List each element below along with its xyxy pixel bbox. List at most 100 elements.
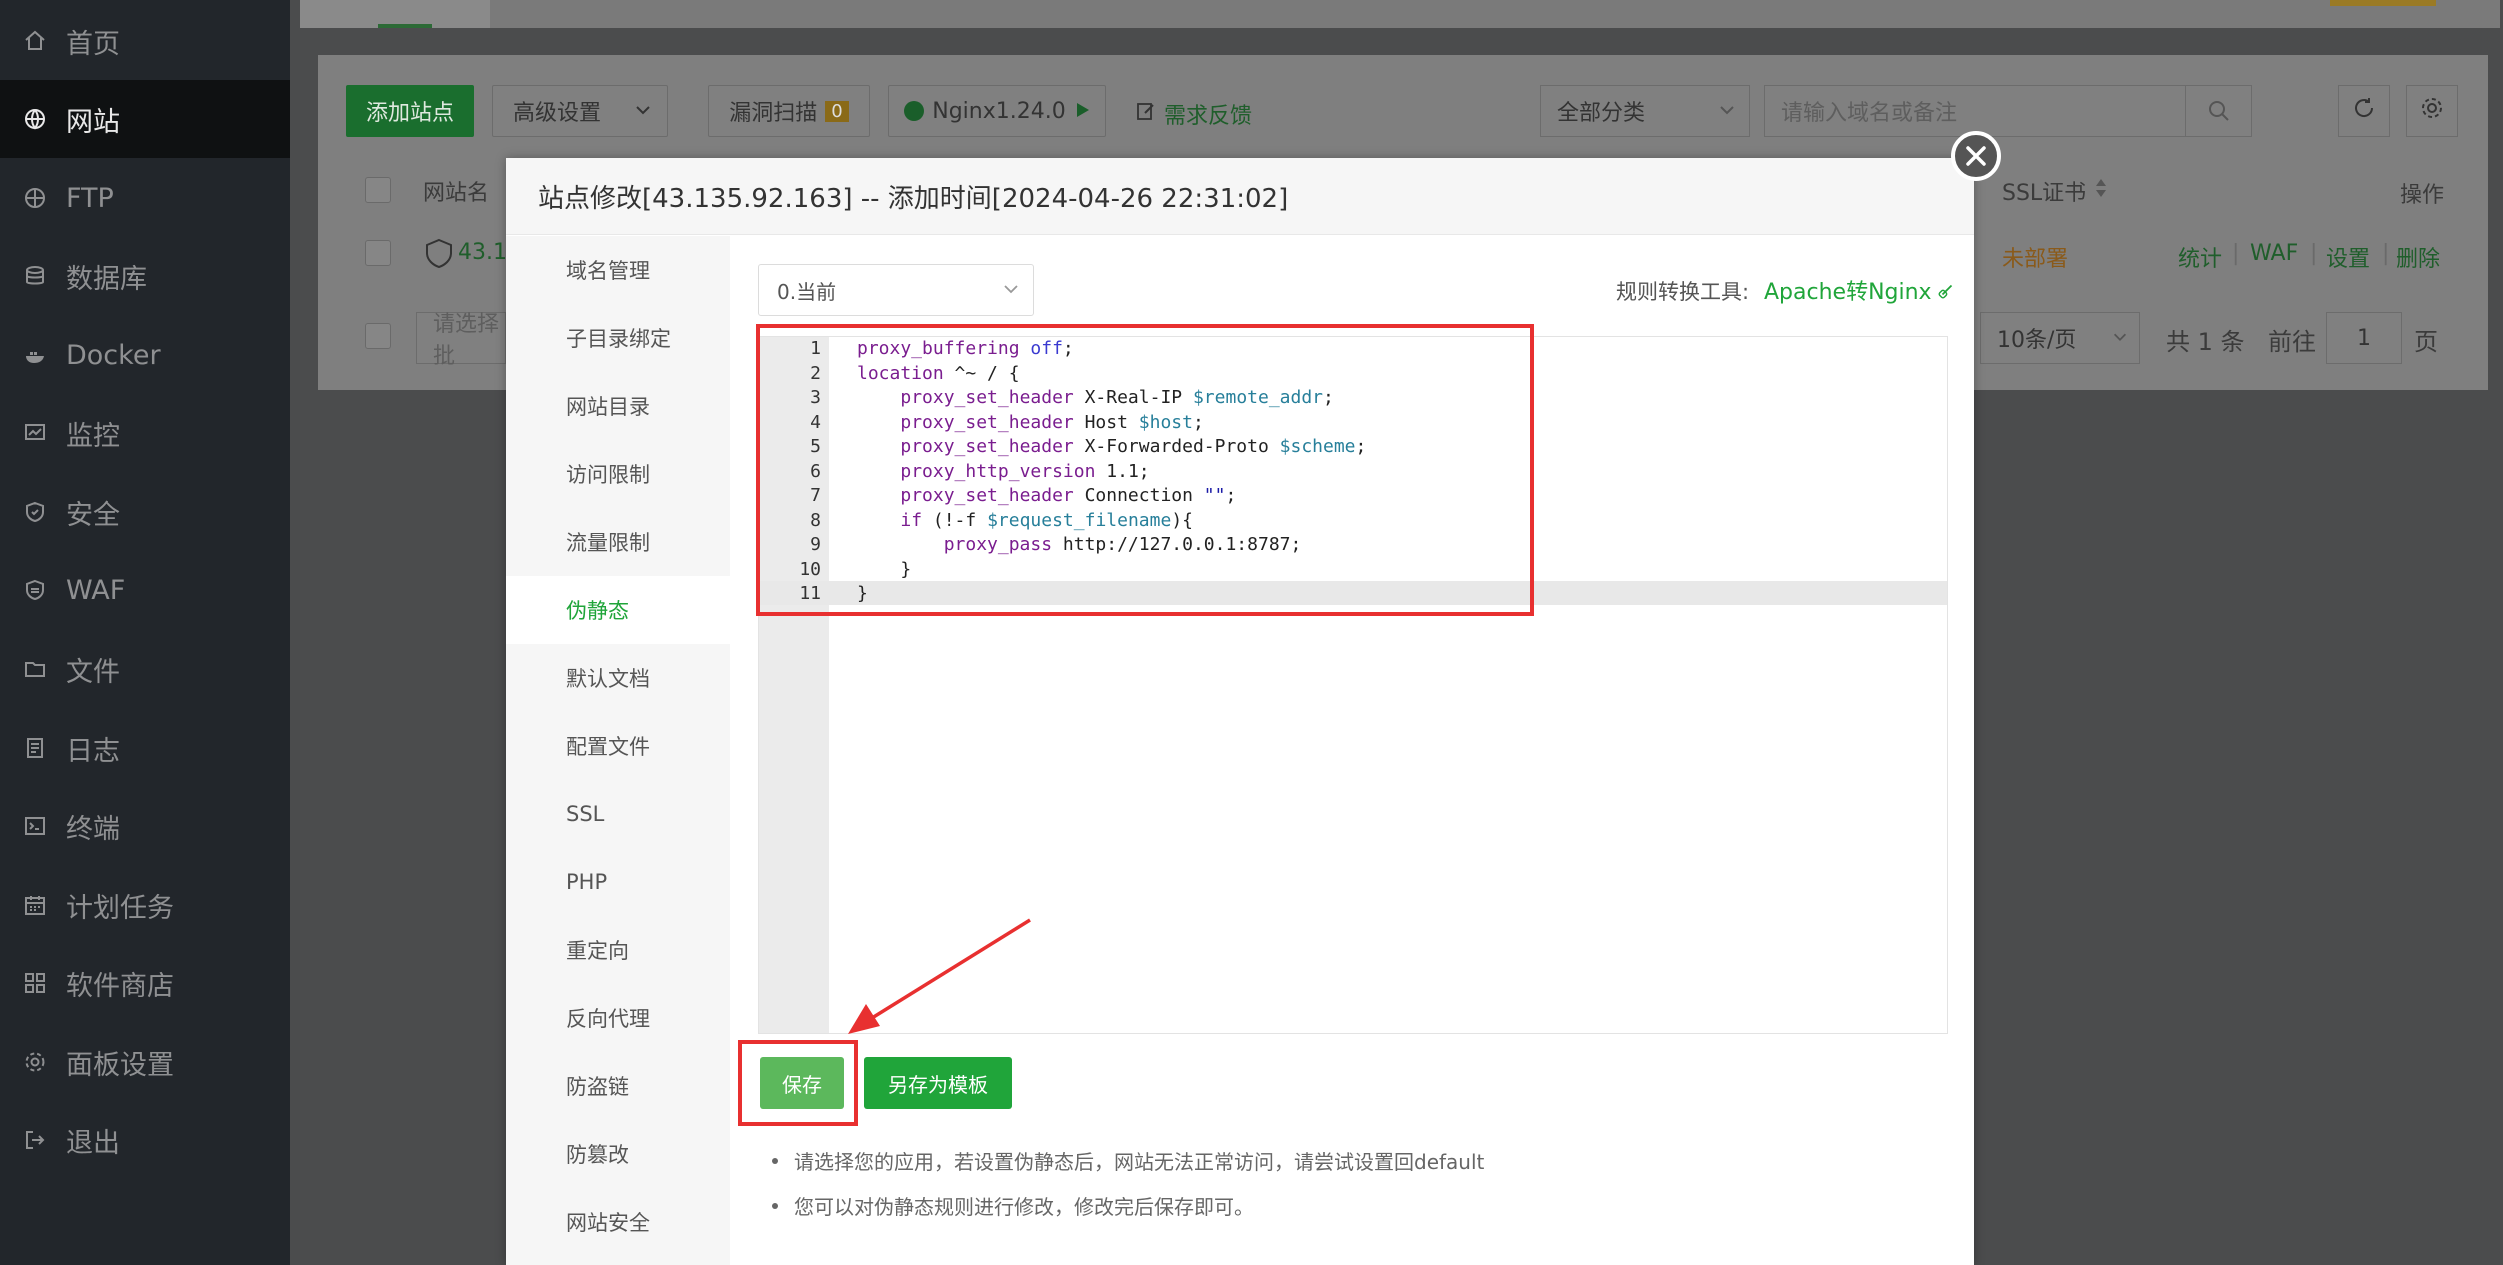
waf-shield-icon: [424, 238, 454, 273]
folder-icon: [22, 656, 48, 682]
top-tab-indicator: [378, 24, 432, 28]
op-divider: |: [2382, 241, 2390, 266]
sidebar-item-terminal[interactable]: 终端: [0, 787, 290, 865]
ssl-status: 未部署: [2002, 247, 2069, 272]
feedback-label: 需求反馈: [1164, 104, 1253, 129]
sidebar-item-label: 日志: [66, 735, 120, 767]
terminal-icon: [22, 813, 48, 839]
op-waf-link[interactable]: WAF: [2250, 241, 2298, 266]
add-site-button[interactable]: 添加站点: [346, 85, 474, 137]
nginx-label: Nginx1.24.0: [932, 98, 1066, 124]
sidebar-item-label: 首页: [66, 28, 120, 60]
advanced-settings-button[interactable]: 高级设置: [492, 85, 668, 137]
top-orange-bar: [2330, 0, 2436, 6]
modal-menu-item[interactable]: 配置文件: [506, 712, 730, 780]
modal-menu-item[interactable]: 流量限制: [506, 508, 730, 576]
code-highlight-box: [756, 324, 1534, 616]
sidebar-item-gear[interactable]: 面板设置: [0, 1023, 290, 1101]
edit-icon: [1136, 101, 1156, 127]
modal-menu: 域名管理 子目录绑定 网站目录 访问限制 流量限制 伪静态 默认文档 配置文件 SSL PHP 重定…: [506, 236, 730, 1265]
sidebar-item-label: 终端: [66, 813, 120, 845]
sidebar-item-log[interactable]: 日志: [0, 709, 290, 787]
sidebar-item-label: 安全: [66, 499, 120, 531]
op-divider: |: [2310, 241, 2318, 266]
monitor-icon: [22, 420, 48, 446]
apache-to-nginx-link[interactable]: Apache转Nginx: [1764, 274, 1956, 306]
page-size-select[interactable]: 10条/页: [1980, 312, 2140, 364]
page-input[interactable]: 1: [2326, 312, 2402, 364]
rewrite-version-select[interactable]: 0.当前: [758, 264, 1034, 316]
modal-menu-item[interactable]: 网站安全: [506, 1188, 730, 1256]
gear-icon: [2420, 96, 2444, 126]
page-size-label: 10条/页: [1997, 328, 2077, 353]
chevron-down-icon: [633, 100, 653, 126]
sidebar-item-shield[interactable]: 安全: [0, 473, 290, 551]
select-all-checkbox[interactable]: [365, 177, 391, 203]
modal-menu-item[interactable]: 防篡改: [506, 1120, 730, 1188]
batch-checkbox[interactable]: [365, 323, 391, 349]
row-checkbox[interactable]: [365, 240, 391, 266]
modal-menu-item[interactable]: 防盗链: [506, 1052, 730, 1120]
modal-menu-item[interactable]: 默认文档: [506, 644, 730, 712]
database-icon: [22, 263, 48, 289]
calendar-icon: [22, 892, 48, 918]
modal-menu-item[interactable]: 域名管理: [506, 236, 730, 304]
modal-menu-item[interactable]: 访问限制: [506, 440, 730, 508]
modal-menu-item[interactable]: PHP: [506, 848, 730, 916]
modal-menu-item[interactable]: 子目录绑定: [506, 304, 730, 372]
col-ops: 操作: [2400, 183, 2445, 208]
col-ssl-label: SSL证书: [2002, 181, 2087, 206]
sort-icon[interactable]: [2094, 176, 2108, 206]
sidebar-item-docker[interactable]: Docker: [0, 316, 290, 394]
modal-menu-item[interactable]: 反向代理: [506, 984, 730, 1052]
site-search-input[interactable]: 请输入域名或备注: [1764, 85, 2252, 137]
refresh-button[interactable]: [2338, 85, 2390, 137]
play-icon: [1076, 99, 1090, 124]
sidebar-item-grid[interactable]: 软件商店: [0, 944, 290, 1022]
feedback-link[interactable]: 需求反馈: [1136, 98, 1252, 130]
site-search-placeholder: 请输入域名或备注: [1781, 101, 1958, 126]
sidebar-item-globe[interactable]: 网站: [0, 80, 290, 158]
op-delete-link[interactable]: 删除: [2396, 241, 2440, 273]
rewrite-version-label: 0.当前: [777, 279, 837, 304]
sidebar-item-home[interactable]: 首页: [0, 2, 290, 80]
save-as-template-button[interactable]: 另存为模板: [864, 1057, 1012, 1109]
sidebar-item-label: Docker: [66, 339, 161, 371]
close-icon: [1966, 146, 1986, 166]
sidebar-item-logout[interactable]: 退出: [0, 1101, 290, 1179]
op-stats-link[interactable]: 统计: [2178, 241, 2222, 273]
shield-icon: [22, 499, 48, 525]
category-select[interactable]: 全部分类: [1540, 85, 1750, 137]
sidebar-item-label: 数据库: [66, 263, 147, 295]
sidebar-item-label: 退出: [66, 1127, 120, 1159]
vuln-scan-count: 0: [825, 100, 849, 122]
vuln-scan-button[interactable]: 漏洞扫描 0: [708, 85, 870, 137]
modal-menu-item[interactable]: 重定向: [506, 916, 730, 984]
sidebar-item-database[interactable]: 数据库: [0, 237, 290, 315]
batch-select[interactable]: 请选择批: [416, 312, 506, 369]
close-modal-button[interactable]: [1951, 131, 2001, 181]
sidebar-item-ftp[interactable]: FTP: [0, 159, 290, 237]
op-settings-link[interactable]: 设置: [2326, 241, 2370, 273]
nginx-button[interactable]: Nginx1.24.0: [888, 85, 1106, 137]
modal-menu-item[interactable]: SSL: [506, 780, 730, 848]
settings-button[interactable]: [2406, 85, 2458, 137]
sidebar-item-monitor[interactable]: 监控: [0, 394, 290, 472]
modal-menu-item[interactable]: 网站目录: [506, 372, 730, 440]
sidebar-item-label: 软件商店: [66, 970, 174, 1002]
sidebar: 首页网站 FTP 数据库 Docker 监控安全 WAF 文件日志终端计划任务软件商店面板设…: [0, 0, 290, 1265]
sidebar-item-waf[interactable]: WAF: [0, 551, 290, 629]
search-icon[interactable]: [2185, 86, 2251, 136]
rule-convert-label: 规则转换工具:: [1616, 280, 1750, 304]
gear-icon: [22, 1049, 48, 1075]
modal-menu-item[interactable]: 伪静态: [506, 576, 730, 644]
sidebar-item-folder[interactable]: 文件: [0, 630, 290, 708]
ftp-icon: [22, 185, 48, 211]
batch-select-placeholder: 请选择批: [433, 312, 500, 369]
sidebar-item-calendar[interactable]: 计划任务: [0, 866, 290, 944]
log-icon: [22, 735, 48, 761]
category-label: 全部分类: [1557, 101, 1646, 126]
link-icon: [1938, 284, 1952, 299]
total-count: 共 1 条: [2166, 328, 2245, 356]
col-ssl: SSL证书: [2002, 175, 2108, 207]
